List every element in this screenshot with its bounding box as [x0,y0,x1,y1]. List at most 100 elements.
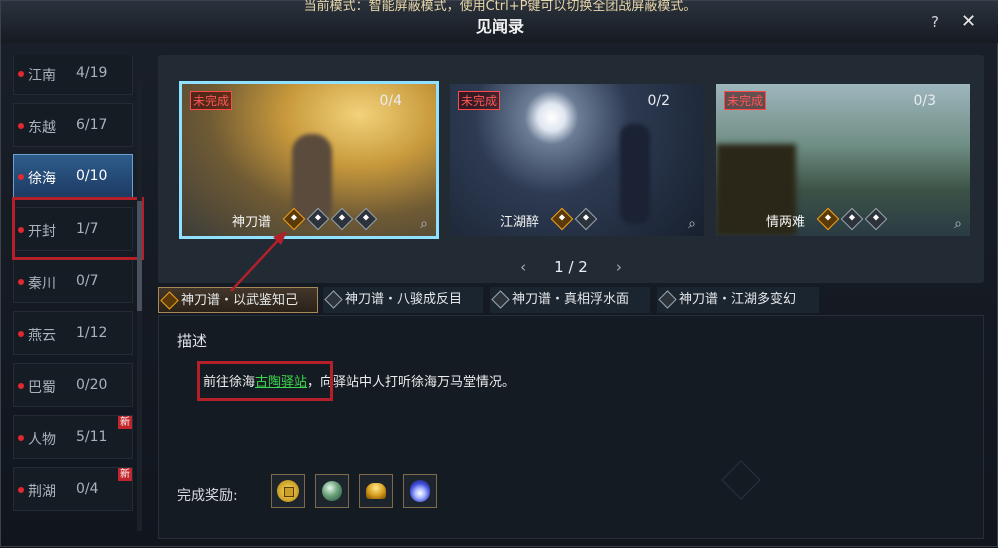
unread-dot-icon [18,123,24,129]
sidebar-item-label: 燕云 [28,328,56,344]
grey-diamond-icon [324,290,343,309]
unread-dot-icon [18,383,24,389]
status-badge: 未完成 [724,91,767,110]
page-indicator: 1 / 2 [554,258,588,276]
help-icon[interactable]: ? [931,13,939,31]
story-card-qingliangnan[interactable]: 未完成 0/3 情两难 ◆ ◆ ◆ ⌕ [716,84,970,236]
unread-dot-icon [18,331,24,337]
sidebar-item-label: 荆湖 [28,484,56,500]
card-title: 江湖醉 [500,215,540,230]
magnify-icon[interactable]: ⌕ [688,216,696,232]
mode-notice: 当前模式：智能屏蔽模式，使用Ctrl+P键可以切换全团战屏蔽模式。 [303,0,697,14]
unread-dot-icon [18,435,24,441]
sidebar-item-yanyun[interactable]: 燕云 1/12 [13,311,133,355]
gold-ingot-icon [366,483,386,499]
sidebar-item-label: 东越 [28,120,56,136]
sidebar-scrollbar[interactable] [137,81,142,531]
sidebar-item-dongyue[interactable]: 东越 6/17 [13,103,133,147]
prev-page-icon[interactable]: ‹ [520,258,526,276]
sidebar-item-label: 人物 [28,432,56,448]
status-badge: 未完成 [190,91,233,110]
grey-diamond-icon [491,290,510,309]
grey-diamond-icon: ◆ [864,207,888,231]
tab-chapter-4[interactable]: 神刀谱・江湖多变幻 [657,287,819,313]
sidebar-item-label: 开封 [28,224,56,240]
gold-diamond-icon: ◆ [282,207,306,231]
grey-diamond-icon: ◆ [574,207,598,231]
sidebar-item-qinchuan[interactable]: 秦川 0/7 [13,259,133,303]
sidebar-item-jiangnan[interactable]: 江南 4/19 [13,55,133,95]
tab-label: 神刀谱・八骏成反目 [345,292,463,307]
sidebar-item-count: 4/19 [76,65,108,81]
tab-chapter-1[interactable]: 神刀谱・以武鉴知己 [158,287,318,313]
unread-dot-icon [18,227,24,233]
tab-label: 神刀谱・以武鉴知己 [181,293,299,308]
sidebar-item-count: 1/7 [76,221,99,237]
description-heading: 描述 [177,332,208,350]
sidebar-item-label: 巴蜀 [28,380,56,396]
card-progress: 0/4 [379,93,402,109]
tab-label: 神刀谱・真相浮水面 [512,292,630,307]
sidebar-item-label: 徐海 [28,171,56,187]
region-sidebar: 江南 4/19 东越 6/17 徐海 0/10 开封 1/7 秦川 0/7 燕云… [9,55,149,539]
sidebar-item-jinghu[interactable]: 荆湖 0/4 新 [13,467,133,511]
chapter-badges: ◆ ◆ [550,207,602,231]
sidebar-item-count: 6/17 [76,117,108,133]
tab-chapter-2[interactable]: 神刀谱・八骏成反目 [323,287,483,313]
reward-label: 完成奖励: [177,488,238,504]
unread-dot-icon [18,487,24,493]
tab-chapter-3[interactable]: 神刀谱・真相浮水面 [490,287,650,313]
sidebar-item-count: 1/12 [76,325,108,341]
location-link[interactable]: 古陶驿站 [255,375,307,390]
unread-dot-icon [18,71,24,77]
story-card-jianghuzui[interactable]: 未完成 0/2 江湖醉 ◆ ◆ ⌕ [450,84,704,236]
description-text: 前往徐海古陶驿站，向驿站中人打听徐海万马堂情况。 [203,371,515,390]
watermark-diamond-icon [721,460,761,500]
sidebar-item-count: 0/20 [76,377,108,393]
blue-flame-icon [410,480,430,502]
sidebar-item-count: 0/7 [76,273,99,289]
next-page-icon[interactable]: › [616,258,622,276]
reward-jade-orb[interactable] [315,474,349,508]
scrollbar-thumb[interactable] [137,201,142,311]
sidebar-item-count: 0/4 [76,481,99,497]
close-icon[interactable]: ✕ [961,11,976,32]
card-progress: 0/3 [913,93,936,109]
tab-label: 神刀谱・江湖多变幻 [679,292,797,307]
sidebar-item-label: 江南 [28,68,56,84]
story-card-shendaopu[interactable]: 未完成 0/4 神刀谱 ◆ ◆ ◆ ◆ ⌕ [182,84,436,236]
reward-blue-flame[interactable] [403,474,437,508]
sidebar-item-count: 5/11 [76,429,108,445]
unread-dot-icon [18,279,24,285]
grey-diamond-icon [658,290,677,309]
new-badge: 新 [118,416,132,429]
reward-gold-ingot[interactable] [359,474,393,508]
grey-diamond-icon: ◆ [354,207,378,231]
jade-orb-icon [322,481,342,501]
unread-dot-icon [18,174,24,180]
reward-coin[interactable] [271,474,305,508]
gold-diamond-icon [160,291,179,310]
chapter-badges: ◆ ◆ ◆ [816,207,892,231]
sidebar-item-label: 秦川 [28,276,56,292]
status-badge: 未完成 [458,91,501,110]
description-prefix: 前往徐海 [203,375,256,390]
card-figure [620,124,650,224]
gold-diamond-icon: ◆ [816,207,840,231]
chapter-badges: ◆ ◆ ◆ ◆ [282,207,382,231]
title-bar: 当前模式：智能屏蔽模式，使用Ctrl+P键可以切换全团战屏蔽模式。 见闻录 ? … [1,0,998,43]
magnify-icon[interactable]: ⌕ [954,216,962,232]
sidebar-item-count: 0/10 [76,168,108,184]
chapter-tabs: 神刀谱・以武鉴知己 神刀谱・八骏成反目 神刀谱・真相浮水面 神刀谱・江湖多变幻 [158,287,984,313]
description-panel: 描述 前往徐海古陶驿站，向驿站中人打听徐海万马堂情况。 完成奖励: [158,315,984,539]
story-gallery: 未完成 0/4 神刀谱 ◆ ◆ ◆ ◆ ⌕ 未完成 0/2 江湖醉 ◆ ◆ ⌕ 未完成 … [158,55,984,283]
grey-diamond-icon: ◆ [330,207,354,231]
sidebar-item-bashu[interactable]: 巴蜀 0/20 [13,363,133,407]
card-title: 情两难 [766,215,806,230]
sidebar-item-xuhai[interactable]: 徐海 0/10 [13,154,133,198]
sidebar-item-renwu[interactable]: 人物 5/11 新 [13,415,133,459]
grey-diamond-icon: ◆ [306,207,330,231]
card-title: 神刀谱 [232,215,272,230]
magnify-icon[interactable]: ⌕ [420,216,428,232]
sidebar-item-kaifeng[interactable]: 开封 1/7 [13,207,133,251]
